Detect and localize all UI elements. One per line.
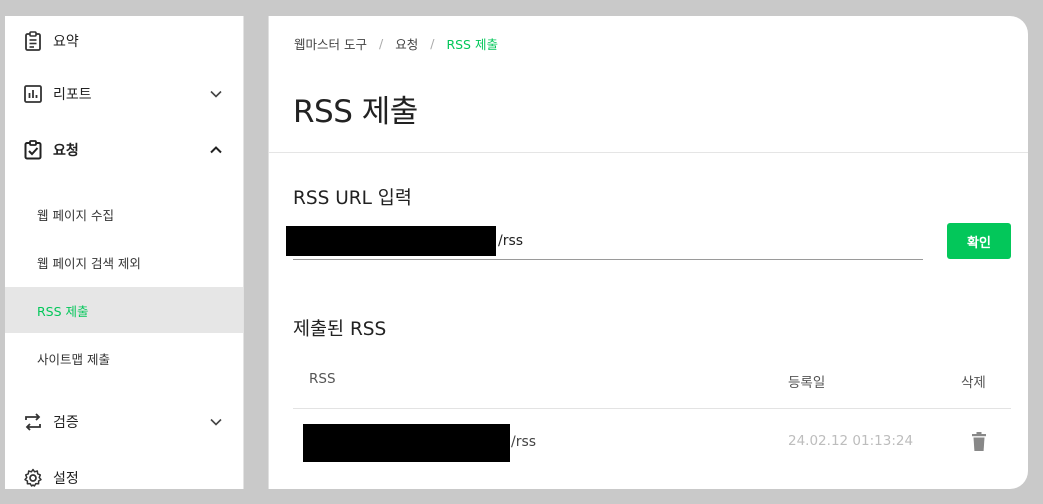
column-header-rss: RSS <box>309 371 336 387</box>
sidebar-item-settings[interactable]: 설정 <box>5 453 243 489</box>
sidebar-item-label: 리포트 <box>53 87 92 103</box>
breadcrumb-item-current: RSS 제출 <box>446 37 498 52</box>
sidebar-subitem-page-exclude[interactable]: 웹 페이지 검색 제외 <box>5 239 243 285</box>
sidebar-subitem-sitemap-submit[interactable]: 사이트맵 제출 <box>5 335 243 381</box>
breadcrumb-separator: / <box>378 36 384 51</box>
column-header-delete: 삭제 <box>961 375 986 391</box>
gear-icon <box>22 467 44 489</box>
sidebar-subitem-rss-submit[interactable]: RSS 제출 <box>5 287 243 333</box>
confirm-button[interactable]: 확인 <box>947 223 1011 259</box>
sidebar-item-label: 요약 <box>53 34 79 50</box>
trash-icon[interactable] <box>969 431 989 453</box>
sidebar-item-summary[interactable]: 요약 <box>5 16 243 66</box>
chevron-down-icon <box>208 86 224 102</box>
breadcrumb-item-request[interactable]: 요청 <box>395 34 418 53</box>
clipboard-list-icon <box>22 30 44 52</box>
submitted-rss-title: 제출된 RSS <box>293 319 387 340</box>
rss-url-input-title: RSS URL 입력 <box>293 188 412 209</box>
header-divider <box>269 152 1028 153</box>
sidebar-item-label: 설정 <box>53 471 79 487</box>
sidebar-item-label: 요청 <box>53 143 79 159</box>
page-title: RSS 제출 <box>293 94 418 130</box>
breadcrumb: 웹마스터 도구 / 요청 / RSS 제출 <box>294 34 498 53</box>
bar-chart-icon <box>22 83 44 105</box>
main-panel: 웹마스터 도구 / 요청 / RSS 제출 RSS 제출 RSS URL 입력 … <box>268 16 1028 489</box>
breadcrumb-item-webmaster-tools[interactable]: 웹마스터 도구 <box>294 34 367 53</box>
sidebar-item-request[interactable]: 요청 <box>5 125 243 175</box>
redacted-domain <box>286 226 496 256</box>
sidebar-item-verify[interactable]: 검증 <box>5 397 243 447</box>
clipboard-check-icon <box>22 139 44 161</box>
sidebar: 요약 리포트 요청 웹 페이지 수집 웹 페이지 검색 제외 RSS 제출 사이… <box>5 16 244 489</box>
column-header-date: 등록일 <box>788 375 826 391</box>
breadcrumb-separator: / <box>430 36 435 51</box>
table-divider <box>293 408 1011 409</box>
chevron-up-icon <box>208 142 224 158</box>
registered-date-cell: 24.02.12 01:13:24 <box>788 433 914 449</box>
sidebar-item-label: 검증 <box>53 415 79 431</box>
sidebar-item-report[interactable]: 리포트 <box>5 69 243 119</box>
sidebar-subitem-page-collect[interactable]: 웹 페이지 수집 <box>5 191 243 237</box>
rss-url-input[interactable]: /rss <box>286 224 923 260</box>
rss-url-cell: /rss <box>511 434 537 450</box>
chevron-down-icon <box>208 414 224 430</box>
rss-url-suffix: /rss <box>498 233 524 249</box>
swap-arrows-icon <box>22 411 44 433</box>
redacted-domain <box>303 424 510 462</box>
